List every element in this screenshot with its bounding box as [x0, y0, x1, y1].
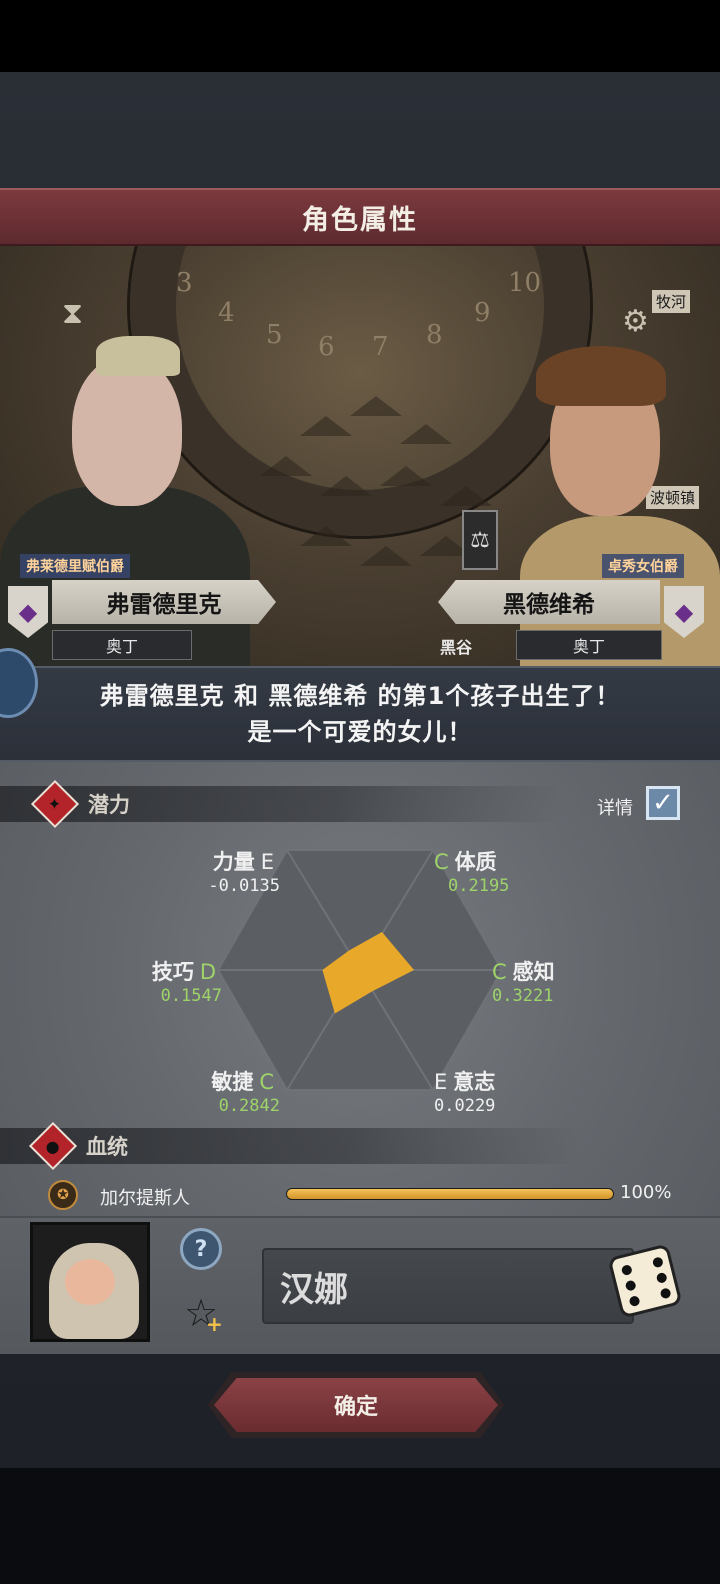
potential-title: 潜力 — [88, 793, 130, 817]
help-button[interactable]: ? — [180, 1228, 222, 1270]
stat-grade: E — [260, 850, 274, 874]
plus-icon: + — [206, 1312, 223, 1336]
potential-header: ✦ 潜力 — [0, 779, 560, 829]
stat-name: 技巧 — [151, 960, 194, 984]
stat-name: 意志 — [453, 1070, 496, 1094]
bloodline-header: ● 血统 — [0, 1121, 580, 1171]
father-family: 奥丁 — [52, 630, 192, 660]
gear-icon[interactable]: ⚙ — [622, 304, 649, 339]
confirm-button[interactable]: 确定 — [214, 1378, 498, 1432]
page-title: 角色属性 — [302, 204, 418, 236]
stat-grade: C — [259, 1070, 274, 1094]
stat-name: 感知 — [512, 960, 555, 984]
question-icon: ? — [194, 1236, 208, 1262]
bloodline-icon: ● — [28, 1121, 78, 1171]
stat-name: 力量 — [212, 850, 255, 874]
stat-value: 0.1547 — [160, 986, 222, 1006]
father-name[interactable]: 弗雷德里克 — [52, 580, 276, 624]
birth-message: 弗雷德里克 和 黑德维希 的第1个孩子出生了！ 是一个可爱的女儿！ — [0, 666, 720, 762]
father-title: 弗莱德里赋伯爵 — [20, 554, 130, 578]
stat-value: 0.2195 — [448, 876, 510, 896]
mother-family: 奥丁 — [516, 630, 662, 660]
mother-name[interactable]: 黑德维希 — [438, 580, 660, 624]
bloodline-name: 加尔提斯人 — [100, 1188, 190, 1209]
message-line-1: 弗雷德里克 和 黑德维希 的第1个孩子出生了！ — [99, 682, 621, 710]
stat-willpower: E 意志 0.0229 — [434, 1066, 594, 1116]
stat-agility: 敏捷 C 0.2842 — [120, 1066, 280, 1116]
stat-value: 0.2842 — [218, 1096, 280, 1116]
stat-name: 敏捷 — [211, 1070, 254, 1094]
stat-grade: D — [199, 960, 216, 984]
dial-number: 5 — [266, 320, 283, 350]
dial-number: 10 — [508, 268, 542, 298]
balance-scales-icon: ⚖ — [462, 510, 498, 570]
bloodline-bar-fill — [287, 1189, 613, 1199]
stat-value: 0.0229 — [434, 1096, 496, 1116]
potential-icon: ✦ — [30, 779, 80, 829]
bloodline-row: ✪ 加尔提斯人 100% — [48, 1178, 688, 1212]
dial-number: 7 — [372, 332, 389, 362]
bloodline-percent: 100% — [620, 1182, 672, 1203]
message-line-2: 是一个可爱的女儿！ — [247, 718, 473, 746]
bloodline-emblem-icon: ✪ — [48, 1180, 78, 1210]
detail-checkbox[interactable]: ✓ — [646, 786, 680, 820]
stat-grade: C — [492, 960, 507, 984]
stat-name: 体质 — [454, 850, 497, 874]
status-bar-area — [0, 0, 720, 72]
stat-perception: C 感知 0.3221 — [492, 956, 652, 1006]
dial-number: 4 — [218, 298, 235, 328]
mother-title: 卓秀女伯爵 — [602, 554, 684, 578]
title-bar: 角色属性 — [0, 188, 720, 246]
detail-label: 详情 — [597, 798, 633, 819]
dial-number: 9 — [474, 298, 491, 328]
stat-grade: C — [434, 850, 449, 874]
stat-grade: E — [434, 1070, 448, 1094]
stat-constitution: C 体质 0.2195 — [434, 846, 594, 896]
child-portrait[interactable] — [30, 1222, 150, 1342]
bloodline-title: 血统 — [86, 1135, 128, 1159]
dial-number: 6 — [318, 332, 335, 362]
stat-skill: 技巧 D 0.1547 — [62, 956, 222, 1006]
stat-value: -0.0135 — [208, 876, 280, 896]
bloodline-bar — [286, 1188, 614, 1200]
dial-number: 3 — [176, 268, 193, 298]
navigation-bar-area — [0, 1468, 720, 1584]
place-label: 黑谷 — [440, 638, 473, 657]
stat-value: 0.3221 — [492, 986, 554, 1006]
stat-strength: 力量 E -0.0135 — [120, 846, 280, 896]
dial-number: 8 — [426, 320, 443, 350]
child-name-input[interactable]: 汉娜 — [262, 1248, 634, 1324]
map-label: 牧河 — [652, 290, 691, 313]
